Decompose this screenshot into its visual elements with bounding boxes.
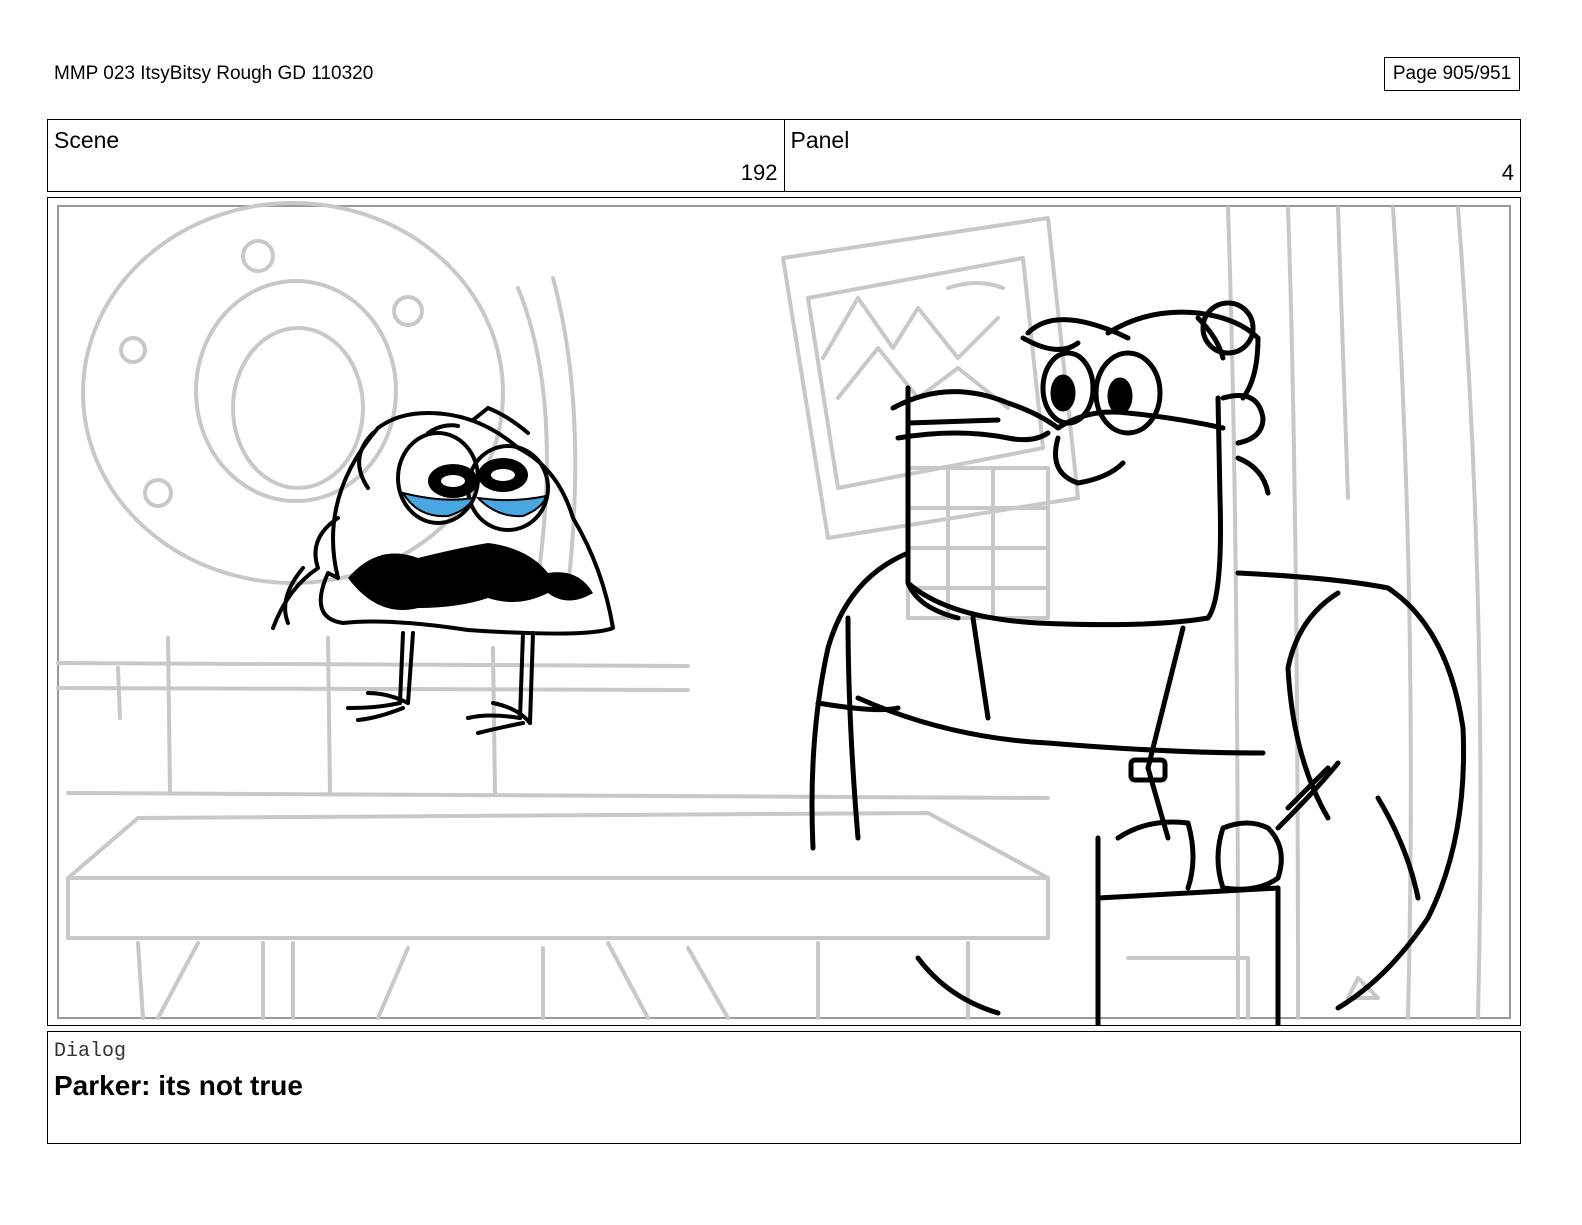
scene-label: Scene	[54, 127, 120, 153]
background-layout	[56, 201, 1483, 1020]
page-number-badge: Page 905/951	[1384, 57, 1520, 91]
storyboard-drawing	[56, 201, 1511, 1025]
scene-panel-info: Scene 192 Panel 4	[47, 119, 1521, 192]
panel-label: Panel	[790, 127, 850, 153]
creature-legs	[346, 631, 535, 735]
creature-mouth	[348, 543, 593, 610]
scene-cell: Scene 192	[48, 120, 784, 191]
panel-number: 4	[1501, 160, 1514, 185]
storyboard-frame	[47, 197, 1521, 1026]
panel-cell: Panel 4	[783, 120, 1521, 191]
man-character	[809, 300, 1467, 1025]
document-title: MMP 023 ItsyBitsy Rough GD 110320	[54, 63, 374, 84]
page-number-text: Page 905/951	[1392, 63, 1512, 84]
dialog-box: Dialog Parker: its not true	[47, 1031, 1521, 1144]
scene-number: 192	[740, 160, 778, 185]
dialog-label: Dialog	[54, 1040, 127, 1063]
tears-right	[475, 494, 548, 518]
dialog-line: Parker: its not true	[54, 1070, 303, 1101]
